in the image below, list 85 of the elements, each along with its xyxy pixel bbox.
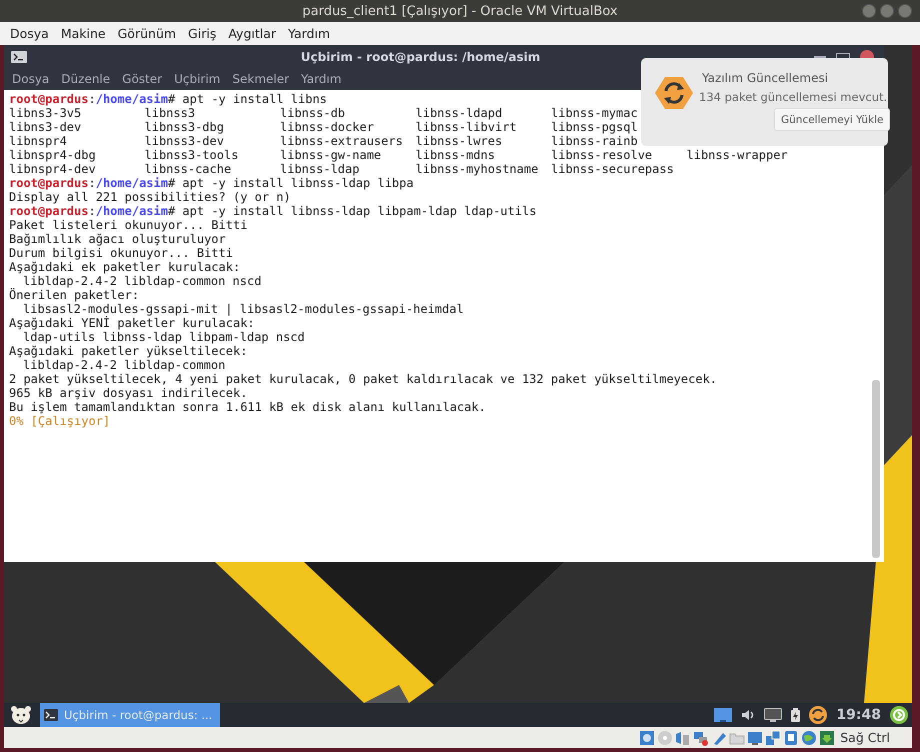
output-line: Durum bilgisi okunuyor... Bitti — [9, 246, 233, 260]
host-key-label: Sağ Ctrl — [840, 730, 890, 745]
output-line: Aşağıdaki YENİ paketler kurulacak: — [9, 316, 255, 330]
completion-item: libnss-securepass — [551, 162, 674, 176]
completion-item: libnss-ldap — [280, 162, 360, 176]
completion-item: libnss-mymac — [551, 106, 638, 120]
menu-item[interactable]: Dosya — [4, 26, 55, 41]
window-title: Uçbirim - root@pardus: /home/asim — [300, 50, 542, 64]
animal-head-icon[interactable] — [10, 705, 32, 725]
completion-item: libnspr4-dev — [9, 162, 96, 176]
output-line: Bu işlem tamamlandıktan sonra 1.611 kB ek disk alanı kullanılacak. — [9, 400, 486, 414]
scrollbar-thumb[interactable] — [872, 380, 880, 558]
menu-item[interactable]: Makine — [54, 26, 112, 41]
power-icon[interactable] — [890, 706, 908, 724]
battery-icon[interactable] — [791, 708, 800, 722]
clock: 19:48 — [836, 707, 881, 723]
sync-icon — [655, 75, 693, 111]
completion-item: libnss-mdns — [416, 148, 495, 162]
terminal-icon — [44, 709, 58, 721]
completion-item: libnss-ldapd — [416, 106, 502, 120]
menu-item[interactable]: Sekmeler — [226, 72, 296, 86]
completion-item: libnss-cache — [144, 162, 232, 176]
completion-item: libnss-db — [280, 106, 346, 120]
notification-title: Yazılım Güncellemesi — [702, 71, 828, 85]
download-icon[interactable] — [819, 730, 836, 746]
install-update-button[interactable]: Güncellemeyi Yükle — [774, 108, 890, 131]
monitor-icon[interactable] — [764, 708, 782, 722]
output-line: libsasl2-modules-gssapi-mit | libsasl2-modules-gssapi-heimdal — [22, 302, 464, 316]
completion-item: libnss3-dev — [144, 134, 224, 148]
sync-icon[interactable] — [809, 706, 828, 724]
volume-icon[interactable] — [741, 709, 756, 721]
output-line: Bağımlılık ağacı oluşturuluyor — [9, 232, 226, 246]
menu-item[interactable]: Dosya — [6, 72, 56, 86]
output-line: ldap-utils libnss-ldap libpam-ldap nscd — [22, 330, 305, 344]
output-line: libldap-2.4-2 libldap-common — [22, 358, 226, 372]
completion-item: libnspr4-dbg — [9, 148, 96, 162]
completion-item: libns3-dev — [9, 120, 82, 134]
chip-icon[interactable] — [783, 730, 800, 746]
completion-item: libns3-3v5 — [9, 106, 82, 120]
minimize-button[interactable] — [862, 4, 876, 18]
output-line: Aşağıdaki paketler yükseltilecek: — [9, 344, 248, 358]
menu-item[interactable]: Uçbirim — [168, 72, 226, 86]
completion-item: libnss3-tools — [144, 148, 238, 162]
notification-message: 134 paket güncellemesi mevcut. — [699, 90, 888, 104]
command-line: root@pardus:/home/asim# apt -y install libnss-ldap libpam-ldap ldap-utils — [9, 204, 536, 218]
completion-item: libnss-extrausers — [280, 134, 403, 148]
terminal-icon — [11, 50, 27, 62]
command-line: root@pardus:/home/asim# apt -y install libnss-ldap libpa — [9, 176, 414, 190]
completion-item: libnss-wrapper — [686, 148, 788, 162]
windows-icon[interactable] — [765, 730, 782, 746]
menu-item[interactable]: Düzenle — [55, 72, 116, 86]
completion-item: libnss-myhostname — [416, 162, 538, 176]
completion-item: libnss3-dbg — [144, 120, 224, 134]
output-line: Önerilen paketler: — [9, 288, 140, 302]
window-title: pardus_client1 [Çalışıyor] - Oracle VM VirtualBox — [302, 4, 618, 18]
audio-icon[interactable] — [675, 730, 692, 746]
display-icon[interactable] — [714, 708, 732, 722]
output-line: libldap-2.4-2 libldap-common nscd — [22, 274, 262, 288]
menu-item[interactable]: Yardım — [282, 26, 336, 41]
menu-item[interactable]: Yardım — [295, 72, 348, 86]
completion-item: libnss-docker — [280, 120, 374, 134]
menu-item[interactable]: Giriş — [182, 26, 222, 41]
display-icon[interactable] — [747, 730, 764, 746]
output-line: Aşağıdaki ek paketler kurulacak: — [9, 260, 240, 274]
completion-item: libnss-gw-name — [280, 148, 382, 162]
completion-item: libnss-libvirt — [416, 120, 517, 134]
command-line: root@pardus:/home/asim# apt -y install libns — [9, 92, 327, 106]
completion-item: libnss-resolve — [551, 148, 652, 162]
menu-item[interactable]: Görünüm — [112, 26, 182, 41]
minimize-button[interactable] — [814, 56, 826, 58]
progress-line: 0% [Çalışıyor] — [9, 414, 110, 428]
output-line: 2 paket yükseltilecek, 4 yeni paket kurulacak, 0 paket kaldırılacak ve 132 paket yükseltilmeyecek. — [9, 372, 718, 386]
output-line: 965 kB arşiv dosyası indirilecek. — [9, 386, 248, 400]
wallpaper-stripe-tip — [364, 685, 409, 703]
completion-item: libnss-rainb — [551, 134, 638, 148]
completion-item: libnss-pgsql — [551, 120, 638, 134]
menu-item[interactable]: Göster — [116, 72, 168, 86]
completion-item: libnss-lwres — [416, 134, 502, 148]
output-line: Paket listeleri okunuyor... Bitti — [9, 218, 248, 232]
completion-item: libnspr4 — [9, 134, 67, 148]
globe-icon[interactable] — [801, 730, 818, 746]
menu-item[interactable]: Aygıtlar — [222, 26, 282, 41]
network-icon[interactable] — [693, 730, 710, 746]
output-line: Display all 221 possibilities? (y or n) — [9, 190, 291, 204]
completion-item: libnss3 — [144, 106, 196, 120]
